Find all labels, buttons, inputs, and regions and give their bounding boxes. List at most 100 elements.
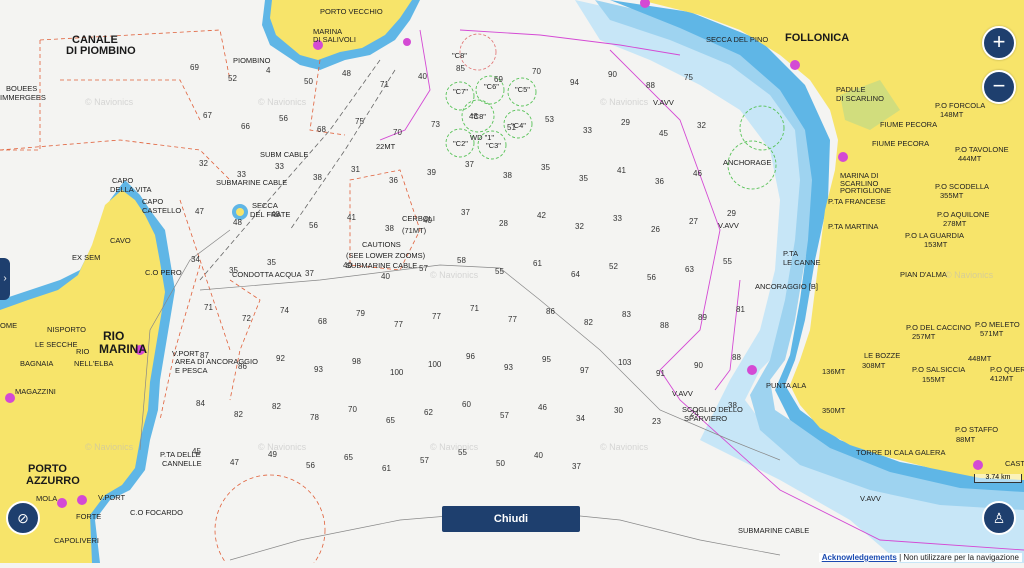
- depth-sounding: 83: [622, 310, 631, 319]
- disclaimer-text: Non utilizzare per la navigazione: [903, 553, 1019, 562]
- depth-sounding: 46: [693, 169, 702, 178]
- depth-sounding: 61: [382, 464, 391, 473]
- label-cast: CAST: [1005, 459, 1024, 468]
- depth-sounding: 71: [204, 303, 213, 312]
- depth-sounding: 56: [647, 273, 656, 282]
- depth-sounding: 70: [348, 405, 357, 414]
- depth-sounding: 65: [386, 416, 395, 425]
- place-porto-azzurro-2: AZZURRO: [26, 475, 80, 487]
- depth-sounding: 38: [313, 173, 322, 182]
- depth-sounding: 64: [571, 270, 580, 279]
- depth-sounding: 75: [684, 73, 693, 82]
- depth-sounding: 33: [275, 162, 284, 171]
- depth-sounding: 95: [542, 355, 551, 364]
- depth-sounding: 88: [732, 353, 741, 362]
- label-po-staffo-h: 88MT: [956, 435, 976, 444]
- person-icon: ♙: [993, 510, 1006, 526]
- profile-button[interactable]: ♙: [982, 501, 1016, 535]
- label-po-aquilone: P.O AQUILONE: [937, 210, 989, 219]
- depth-sounding: 55: [495, 267, 504, 276]
- label-po-querc: P.O QUERC: [990, 365, 1024, 374]
- label-marina-salivoli-2: DI SALIVOLI: [313, 35, 356, 44]
- label-co-focardo: C.O FOCARDO: [130, 508, 183, 517]
- label-c3: "C3": [486, 141, 501, 150]
- depth-sounding: 88: [660, 321, 669, 330]
- place-porto-azzurro-1: PORTO: [28, 463, 67, 475]
- nautical-chart-map[interactable]: CANALE DI PIOMBINO FOLLONICA RIO MARINA …: [0, 0, 1024, 563]
- label-submarine-cable-2: SUBMARINE CABLE: [346, 261, 417, 270]
- label-po-guardia-h: 153MT: [924, 240, 948, 249]
- label-ancoraggio: ANCORAGGIO [B]: [755, 282, 818, 291]
- label-vavv-2: V.AVV: [718, 221, 739, 230]
- depth-sounding: 40: [418, 72, 427, 81]
- depth-sounding: 70: [393, 128, 402, 137]
- depth-sounding: 78: [310, 413, 319, 422]
- depth-sounding: 94: [570, 78, 579, 87]
- label-capo-vita-2: DELLA VITA: [110, 185, 152, 194]
- label-po-tavolone: P.O TAVOLONE: [955, 145, 1009, 154]
- depth-sounding: 45: [192, 447, 201, 456]
- label-co-pero: C.O PERO: [145, 268, 182, 277]
- depth-sounding: 56: [309, 221, 318, 230]
- place-rio-marina-1: RIO: [103, 329, 124, 343]
- label-fiume-pecora-2: FIUME PECORA: [872, 139, 929, 148]
- depth-sounding: 48: [271, 210, 280, 219]
- label-boues-2: IMMERGEES: [0, 93, 46, 102]
- label-capo-castello-1: CAPO: [142, 197, 163, 206]
- depth-sounding: 77: [432, 312, 441, 321]
- label-padule-1: PADULE: [836, 85, 865, 94]
- depth-sounding: 93: [314, 365, 323, 374]
- depth-sounding: 40: [343, 261, 352, 270]
- depth-sounding: 56: [279, 114, 288, 123]
- depth-sounding: 48: [233, 218, 242, 227]
- place-di-piombino: DI PIOMBINO: [66, 45, 136, 57]
- side-panel-toggle[interactable]: ›: [0, 258, 10, 300]
- label-po-scodella-h: 355MT: [940, 191, 964, 200]
- label-rio-elba-2: NELL'ELBA: [74, 359, 113, 368]
- depth-sounding: 33: [613, 214, 622, 223]
- depth-sounding: 50: [304, 77, 313, 86]
- depth-sounding: 32: [697, 121, 706, 130]
- watermark: © Navionics: [600, 97, 649, 107]
- depth-sounding: 91: [656, 369, 665, 378]
- watermark: © Navionics: [258, 442, 307, 452]
- depth-sounding: 24: [690, 409, 699, 418]
- depth-sounding: 74: [280, 306, 289, 315]
- depth-sounding: 36: [389, 176, 398, 185]
- depth-sounding: 40: [534, 451, 543, 460]
- zoom-in-button[interactable]: +: [982, 26, 1016, 60]
- acknowledgements-link[interactable]: Acknowledgements: [822, 553, 897, 562]
- depth-sounding: 29: [621, 118, 630, 127]
- depth-sounding: 65: [344, 453, 353, 462]
- label-punta-ala: PUNTA ALA: [766, 381, 806, 390]
- depth-sounding: 47: [195, 207, 204, 216]
- depth-sounding: 100: [428, 360, 442, 369]
- depth-sounding: 100: [390, 368, 404, 377]
- layers-button[interactable]: ⊘: [6, 501, 40, 535]
- zoom-out-button[interactable]: −: [982, 70, 1016, 104]
- label-pta-francese: P.TA FRANCESE: [828, 197, 886, 206]
- label-magazzini: MAGAZZINI: [15, 387, 56, 396]
- place-rio-marina-2: MARINA: [99, 342, 147, 356]
- depth-sounding: 52: [609, 262, 618, 271]
- close-button[interactable]: Chiudi: [442, 506, 580, 532]
- depth-sounding: 86: [238, 362, 247, 371]
- label-secca-frate-1: SECCA: [252, 201, 278, 210]
- label-condotta: CONDOTTA ACQUA: [232, 270, 301, 279]
- label-pta-cannelle-2: CANNELLE: [162, 459, 202, 468]
- depth-sounding: 67: [203, 111, 212, 120]
- label-ex-sem: EX SEM: [72, 253, 100, 262]
- label-submarine-cable-3: SUBMARINE CABLE: [738, 526, 809, 535]
- depth-sounding: 41: [617, 166, 626, 175]
- depth-sounding: 87: [200, 351, 209, 360]
- label-po-caccino-h: 257MT: [912, 332, 936, 341]
- depth-sounding: 26: [651, 225, 660, 234]
- depth-sounding: 69: [494, 75, 503, 84]
- label-le-secche: LE SECCHE: [35, 340, 78, 349]
- label-c8b: "C8": [452, 51, 467, 60]
- depth-sounding: 47: [230, 458, 239, 467]
- depth-sounding: 77: [508, 315, 517, 324]
- watermark: © Navionics: [600, 442, 649, 452]
- depth-sounding: 82: [234, 410, 243, 419]
- watermark: © Navionics: [85, 97, 134, 107]
